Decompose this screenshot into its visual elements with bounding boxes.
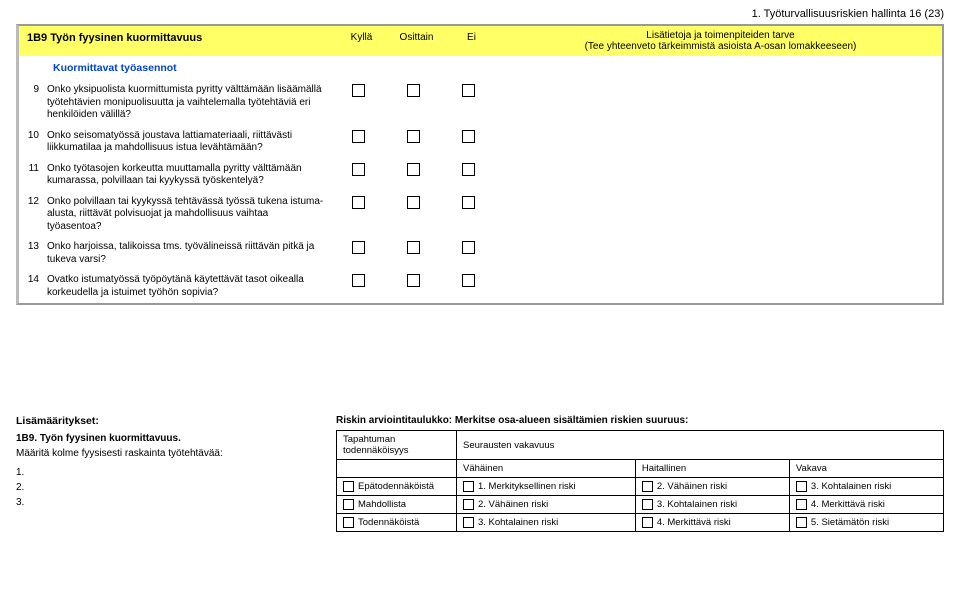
risk-cell-3-checkbox[interactable]: [796, 481, 807, 492]
risk-cell-1-checkbox[interactable]: [463, 499, 474, 510]
risk-row: Epätodennäköistä 1. Merkityksellinen risk…: [337, 478, 944, 496]
risk-cell-3-label: 3. Kohtalainen riski: [811, 481, 891, 492]
risk-col-probability: Tapahtuman todennäköisyys: [337, 431, 457, 460]
risk-cell-2-label: 4. Merkittävä riski: [657, 517, 731, 528]
checkbox-yes[interactable]: [352, 241, 365, 254]
risk-cell-3-checkbox[interactable]: [796, 517, 807, 528]
checkbox-no[interactable]: [462, 274, 475, 287]
risk-matrix-title: Riskin arviointitaulukko: Merkitse osa-a…: [336, 415, 944, 426]
specs-heading: Lisämääritykset:: [16, 415, 316, 427]
risk-cell-2-label: 2. Vähäinen riski: [657, 481, 727, 492]
question-row: 11Onko työtasojen korkeutta muuttamalla …: [19, 159, 942, 192]
risk-cell-3-label: 4. Merkittävä riski: [811, 499, 885, 510]
question-row: 12Onko polvillaan tai kyykyssä tehtäväss…: [19, 192, 942, 238]
severity-minor: Vähäinen: [457, 460, 636, 478]
question-text: Onko seisomatyössä joustava lattiamateri…: [43, 128, 331, 157]
section-title: 1B9 Työn fyysinen kuormittavuus: [19, 26, 334, 56]
question-text: Ovatko istumatyössä työpöytänä käytettäv…: [43, 272, 331, 301]
risk-cell-1-label: 2. Vähäinen riski: [478, 499, 548, 510]
checkbox-yes[interactable]: [352, 196, 365, 209]
checkbox-partial[interactable]: [407, 241, 420, 254]
checkbox-no[interactable]: [462, 84, 475, 97]
checkbox-no[interactable]: [462, 163, 475, 176]
question-text: Onko harjoissa, talikoissa tms. työvälin…: [43, 239, 331, 268]
risk-cell-2-label: 3. Kohtalainen riski: [657, 499, 737, 510]
checkbox-partial[interactable]: [407, 196, 420, 209]
checkbox-no[interactable]: [462, 130, 475, 143]
question-number: 14: [19, 272, 43, 287]
notes-line1: Lisätietoja ja toimenpiteiden tarve: [646, 30, 794, 41]
risk-cell-1-label: 3. Kohtalainen riski: [478, 517, 558, 528]
severity-severe: Vakava: [789, 460, 943, 478]
question-text: Onko yksipuolista kuormittumista pyritty…: [43, 82, 331, 124]
specs-subheading: 1B9. Työn fyysinen kuormittavuus.: [16, 433, 316, 444]
question-number: 12: [19, 194, 43, 209]
column-header-partial: Osittain: [389, 26, 444, 56]
probability-label: Todennäköistä: [358, 517, 419, 528]
question-row: 10Onko seisomatyössä joustava lattiamate…: [19, 126, 942, 159]
probability-checkbox[interactable]: [343, 481, 354, 492]
risk-header-row-2: Vähäinen Haitallinen Vakava: [337, 460, 944, 478]
specs-description: Määritä kolme fyysisesti raskainta työte…: [16, 448, 316, 459]
risk-cell-2-checkbox[interactable]: [642, 517, 653, 528]
specs-line-3[interactable]: 3.: [16, 497, 316, 508]
question-number: 10: [19, 128, 43, 143]
checkbox-partial[interactable]: [407, 84, 420, 97]
checkbox-yes[interactable]: [352, 274, 365, 287]
checkbox-yes[interactable]: [352, 130, 365, 143]
risk-row: Todennäköistä 3. Kohtalainen riski 4. Merk…: [337, 514, 944, 532]
risk-cell-3-label: 5. Sietämätön riski: [811, 517, 889, 528]
question-row: 14Ovatko istumatyössä työpöytänä käytett…: [19, 270, 942, 303]
risk-row: Mahdollista 2. Vähäinen riski 3. Kohtalain…: [337, 496, 944, 514]
question-number: 13: [19, 239, 43, 254]
checkbox-partial[interactable]: [407, 163, 420, 176]
probability-checkbox[interactable]: [343, 499, 354, 510]
checkbox-yes[interactable]: [352, 84, 365, 97]
question-row: 9Onko yksipuolista kuormittumista pyritt…: [19, 80, 942, 126]
risk-col-severity: Seurausten vakavuus: [457, 431, 944, 460]
lower-section: Lisämääritykset: 1B9. Työn fyysinen kuor…: [16, 415, 944, 532]
checkbox-no[interactable]: [462, 196, 475, 209]
risk-cell-1-label: 1. Merkityksellinen riski: [478, 481, 576, 492]
notes-line2: (Tee yhteenveto tärkeimmistä asioista A-…: [585, 41, 857, 52]
severity-harmful: Haitallinen: [635, 460, 789, 478]
probability-checkbox[interactable]: [343, 517, 354, 528]
risk-cell-1-checkbox[interactable]: [463, 517, 474, 528]
column-header-yes: Kyllä: [334, 26, 389, 56]
risk-cell-2-checkbox[interactable]: [642, 499, 653, 510]
additional-specs: Lisämääritykset: 1B9. Työn fyysinen kuor…: [16, 415, 316, 532]
specs-line-1[interactable]: 1.: [16, 467, 316, 478]
risk-cell-3-checkbox[interactable]: [796, 499, 807, 510]
risk-cell-2-checkbox[interactable]: [642, 481, 653, 492]
question-text: Onko polvillaan tai kyykyssä tehtävässä …: [43, 194, 331, 236]
checkbox-yes[interactable]: [352, 163, 365, 176]
risk-matrix-table: Tapahtuman todennäköisyys Seurausten vak…: [336, 430, 944, 532]
probability-label: Mahdollista: [358, 499, 406, 510]
column-header-notes: Lisätietoja ja toimenpiteiden tarve (Tee…: [499, 26, 942, 56]
question-number: 11: [19, 161, 43, 176]
subsection-header: Kuormittavat työasennot: [19, 56, 942, 80]
checkbox-no[interactable]: [462, 241, 475, 254]
risk-matrix-section: Riskin arviointitaulukko: Merkitse osa-a…: [336, 415, 944, 532]
risk-header-row-1: Tapahtuman todennäköisyys Seurausten vak…: [337, 431, 944, 460]
questionnaire-panel: 1B9 Työn fyysinen kuormittavuus Kyllä Os…: [16, 24, 944, 305]
checkbox-partial[interactable]: [407, 274, 420, 287]
page-header: 1. Työturvallisuusriskien hallinta 16 (2…: [16, 8, 944, 20]
question-text: Onko työtasojen korkeutta muuttamalla py…: [43, 161, 331, 190]
probability-label: Epätodennäköistä: [358, 481, 434, 492]
checkbox-partial[interactable]: [407, 130, 420, 143]
column-header-no: Ei: [444, 26, 499, 56]
question-row: 13Onko harjoissa, talikoissa tms. työväl…: [19, 237, 942, 270]
risk-cell-1-checkbox[interactable]: [463, 481, 474, 492]
questionnaire-header-row: 1B9 Työn fyysinen kuormittavuus Kyllä Os…: [19, 26, 942, 56]
specs-line-2[interactable]: 2.: [16, 482, 316, 493]
question-number: 9: [19, 82, 43, 97]
